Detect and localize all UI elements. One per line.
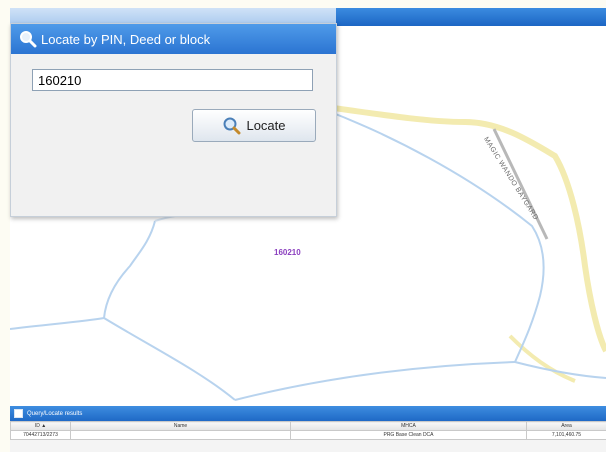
parcel-boundary xyxy=(234,361,516,401)
locate-button-label: Locate xyxy=(246,118,286,133)
locate-dialog: Locate by PIN, Deed or block Locate xyxy=(10,23,337,217)
results-title: Query/Locate results xyxy=(27,410,83,417)
dialog-title-bar[interactable]: Locate by PIN, Deed or block xyxy=(11,24,336,54)
column-header-area[interactable]: Area xyxy=(526,421,606,431)
parcel-boundary xyxy=(103,220,156,319)
table-cell: PRG Base Clean DCA xyxy=(290,430,527,440)
parcel-boundary xyxy=(10,316,236,401)
dialog-title: Locate by PIN, Deed or block xyxy=(41,31,211,47)
search-icon xyxy=(20,31,37,48)
results-table: ID ▲ Name MHCA Area 70442713/2273 PRG Ba… xyxy=(10,421,606,440)
table-cell: 7,101,460.75 xyxy=(526,430,606,440)
parcel-label[interactable]: 160210 xyxy=(274,248,301,257)
parcel-boundary xyxy=(319,107,545,363)
road-yellow-branch xyxy=(508,334,576,383)
results-toggle-checkbox[interactable] xyxy=(14,409,23,418)
road-yellow xyxy=(319,103,606,353)
column-header-id[interactable]: ID ▲ xyxy=(10,421,71,431)
locate-button[interactable]: Locate xyxy=(192,109,316,142)
results-panel: Query/Locate results ID ▲ Name MHCA Area… xyxy=(10,406,606,452)
search-icon xyxy=(223,117,241,134)
results-title-bar[interactable]: Query/Locate results xyxy=(10,406,606,421)
table-row[interactable]: 70442713/2273 PRG Base Clean DCA 7,101,4… xyxy=(10,430,606,440)
table-cell xyxy=(70,430,291,440)
column-header-mhca[interactable]: MHCA xyxy=(290,421,527,431)
column-header-name[interactable]: Name xyxy=(70,421,291,431)
table-cell: 70442713/2273 xyxy=(10,430,71,440)
pin-input[interactable] xyxy=(32,69,313,91)
